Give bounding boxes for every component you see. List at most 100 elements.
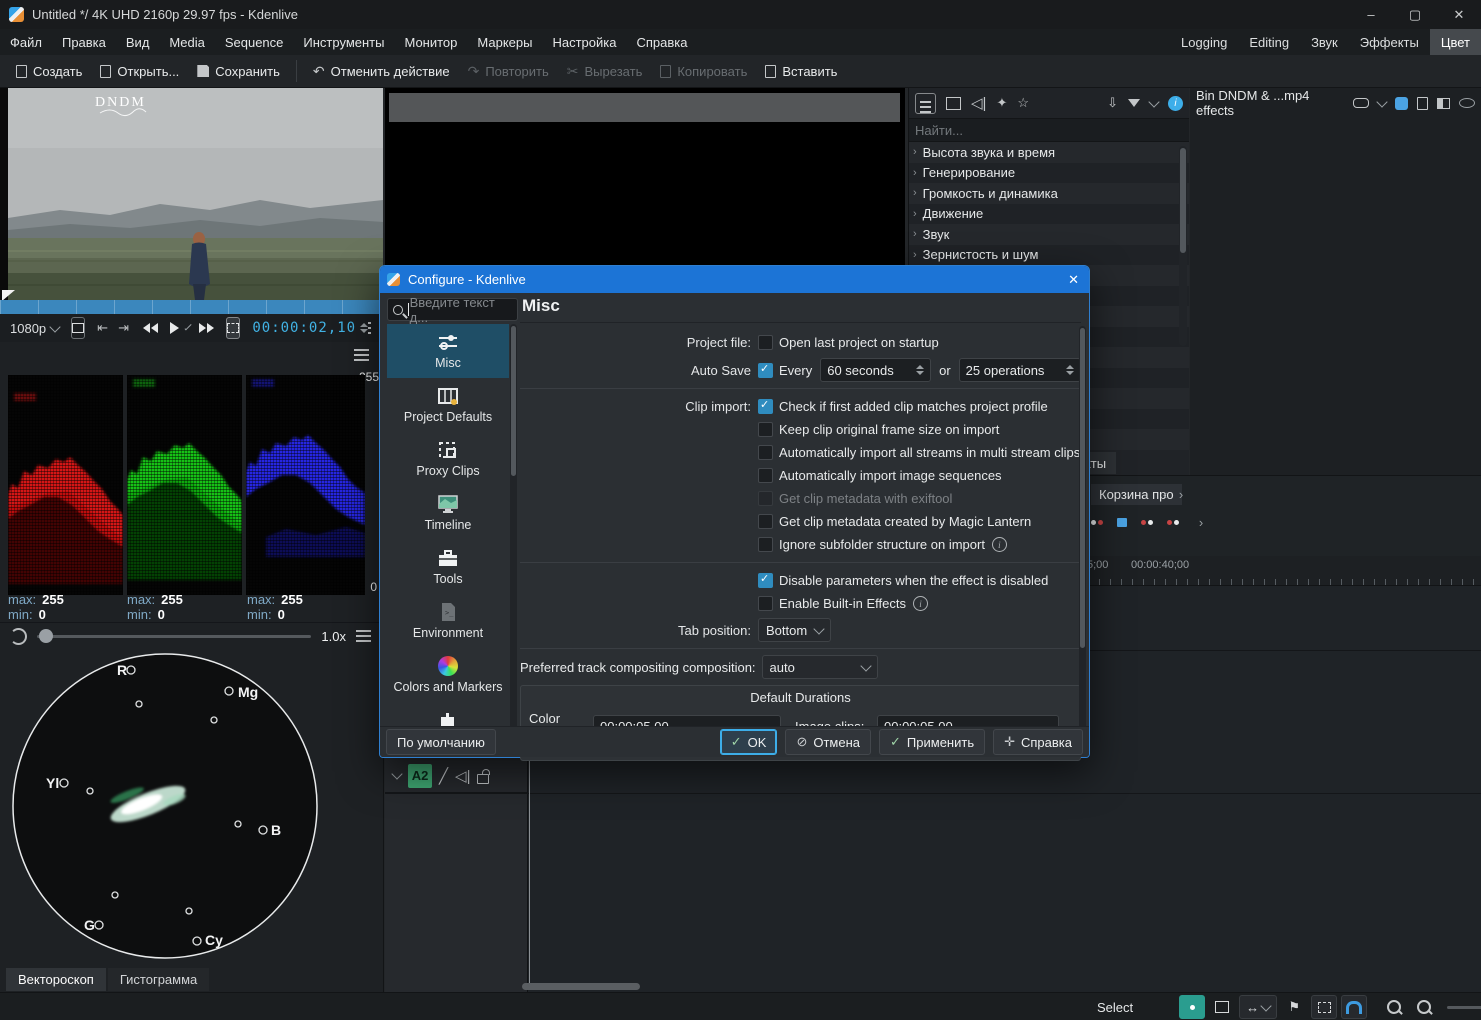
help-button[interactable]: ✛Справка xyxy=(993,729,1083,755)
parade-menu-icon[interactable] xyxy=(356,635,371,637)
dialog-close-icon[interactable]: ✕ xyxy=(1068,272,1079,288)
cut-button[interactable]: ✂Вырезать xyxy=(559,58,651,84)
ok-button[interactable]: ✓OK xyxy=(720,729,778,755)
zone-mode-button[interactable] xyxy=(226,317,240,339)
zoom-fit-icon[interactable] xyxy=(1381,995,1407,1019)
info-icon[interactable]: i xyxy=(992,537,1007,552)
zone-color-icon[interactable] xyxy=(1395,97,1408,110)
compositing-dropdown[interactable]: auto xyxy=(762,655,878,679)
monitor-overlay-button[interactable] xyxy=(71,317,85,339)
filter-dropdown-icon[interactable] xyxy=(1148,96,1159,107)
download-effects-icon[interactable]: ⇩ xyxy=(1107,95,1118,111)
menu-view[interactable]: Вид xyxy=(116,29,160,55)
info-icon[interactable]: i xyxy=(913,596,928,611)
bin-toolbar-icon[interactable] xyxy=(1167,520,1179,525)
zone-out-button[interactable]: ⇥ xyxy=(118,320,129,336)
info-icon[interactable]: i xyxy=(1168,96,1183,111)
menu-monitor[interactable]: Монитор xyxy=(394,29,467,55)
thumbnails-icon[interactable] xyxy=(1209,995,1235,1019)
menu-media[interactable]: Media xyxy=(159,29,214,55)
sidebar-item-project-defaults[interactable]: Project Defaults xyxy=(387,378,509,432)
play-button[interactable] xyxy=(170,322,179,334)
apply-button[interactable]: ✓Применить xyxy=(879,729,985,755)
sidebar-item-tools[interactable]: Tools xyxy=(387,540,509,594)
import-streams-checkbox[interactable] xyxy=(758,445,773,460)
link-dropdown-icon[interactable] xyxy=(1376,96,1387,107)
menu-tools[interactable]: Инструменты xyxy=(293,29,394,55)
effect-category[interactable]: ›Звук xyxy=(909,224,1189,245)
bin-toolbar-icon[interactable] xyxy=(1141,520,1153,525)
magic-lantern-checkbox[interactable] xyxy=(758,514,773,529)
bin-toolbar-more-icon[interactable]: › xyxy=(1193,514,1209,530)
tab-scroll-right-icon[interactable]: › xyxy=(1173,486,1189,502)
video-effects-icon[interactable] xyxy=(946,97,961,110)
copy-button[interactable]: Копировать xyxy=(652,58,755,84)
effects-scrollbar[interactable] xyxy=(1179,146,1187,346)
dialog-search-field[interactable]: Введите текст д... xyxy=(387,298,518,321)
sidebar-item-plugins[interactable]: Plugins xyxy=(387,702,509,727)
filter-icon[interactable] xyxy=(1128,99,1140,107)
resolution-dropdown[interactable]: 1080p xyxy=(4,319,65,338)
menu-settings[interactable]: Настройка xyxy=(542,29,626,55)
lock-icon[interactable] xyxy=(477,774,489,784)
title-tool-icon[interactable] xyxy=(1311,995,1337,1019)
monitor-timecode[interactable]: 00:00:02,10 xyxy=(252,320,356,336)
paste-button[interactable]: Вставить xyxy=(757,58,845,84)
zone-in-button[interactable]: ⇤ xyxy=(97,320,108,336)
rewind-button[interactable] xyxy=(143,323,158,333)
check-profile-checkbox[interactable] xyxy=(758,399,773,414)
keep-frame-size-checkbox[interactable] xyxy=(758,422,773,437)
tag-icon[interactable] xyxy=(1179,995,1205,1019)
effect-category[interactable]: ›Громкость и динамика xyxy=(909,183,1189,204)
minimize-button[interactable]: – xyxy=(1349,0,1393,29)
link-icon[interactable] xyxy=(1353,98,1369,108)
split-view-icon[interactable] xyxy=(1437,98,1450,109)
timeline-hscrollbar[interactable] xyxy=(522,983,640,990)
auto-save-checkbox[interactable] xyxy=(758,363,773,378)
dialog-title-bar[interactable]: Configure - Kdenlive ✕ xyxy=(380,266,1089,293)
audio-effects-icon[interactable]: ◁| xyxy=(971,94,986,112)
sidebar-item-colors-markers[interactable]: Colors and Markers xyxy=(387,648,509,702)
new-button[interactable]: Создать xyxy=(8,58,90,84)
timeline-zoom-slider[interactable] xyxy=(1447,1006,1481,1009)
timeline-playhead[interactable] xyxy=(529,758,530,984)
clip-monitor[interactable]: DNDM xyxy=(0,88,383,300)
play-dropdown-icon[interactable] xyxy=(184,323,191,330)
sidebar-item-environment[interactable]: >_ Environment xyxy=(387,594,509,648)
disable-params-checkbox[interactable] xyxy=(758,573,773,588)
close-button[interactable]: ✕ xyxy=(1437,0,1481,29)
save-button[interactable]: Сохранить xyxy=(189,58,288,84)
flag-icon[interactable]: ⚑ xyxy=(1281,995,1307,1019)
tab-position-dropdown[interactable]: Bottom xyxy=(758,618,831,642)
monitor-scrub-bar[interactable] xyxy=(0,300,383,314)
refresh-icon[interactable] xyxy=(10,628,27,645)
timecode-spinner[interactable] xyxy=(360,323,368,333)
defaults-button[interactable]: По умолчанию xyxy=(386,729,496,755)
maximize-button[interactable]: ▢ xyxy=(1393,0,1437,29)
sidebar-item-misc[interactable]: Misc xyxy=(387,324,509,378)
mute-speaker-icon[interactable]: ◁| xyxy=(455,767,470,785)
menu-help[interactable]: Справка xyxy=(626,29,697,55)
tab-vectorscope[interactable]: Вектороскоп xyxy=(6,968,106,991)
track-name-badge[interactable]: A2 xyxy=(408,764,432,788)
undo-button[interactable]: ↶Отменить действие xyxy=(305,58,458,84)
custom-effects-icon[interactable]: ✦ xyxy=(996,95,1007,111)
spacer-tool-button[interactable]: ↔ xyxy=(1239,995,1277,1019)
menu-edit[interactable]: Правка xyxy=(52,29,116,55)
slider-handle[interactable] xyxy=(39,629,53,643)
layout-logging[interactable]: Logging xyxy=(1170,29,1238,55)
menu-sequence[interactable]: Sequence xyxy=(215,29,294,55)
cancel-button[interactable]: ⊘Отмена xyxy=(785,729,871,755)
scope-menu-icon[interactable] xyxy=(354,354,369,356)
sidebar-item-timeline[interactable]: Timeline xyxy=(387,486,509,540)
favorites-star-icon[interactable]: ☆ xyxy=(1017,95,1029,111)
tab-histogram[interactable]: Гистограмма xyxy=(108,968,209,991)
zoom-out-icon[interactable] xyxy=(1411,995,1437,1019)
redo-button[interactable]: ↷Повторить xyxy=(460,58,557,84)
autosave-interval-spinbox[interactable]: 60 seconds xyxy=(820,358,931,382)
collapse-track-icon[interactable] xyxy=(391,768,402,779)
forward-button[interactable] xyxy=(199,323,214,333)
view-all-effects-button[interactable] xyxy=(915,93,936,114)
monitor-menu-icon[interactable] xyxy=(368,327,371,329)
parade-zoom-slider[interactable] xyxy=(37,635,311,638)
